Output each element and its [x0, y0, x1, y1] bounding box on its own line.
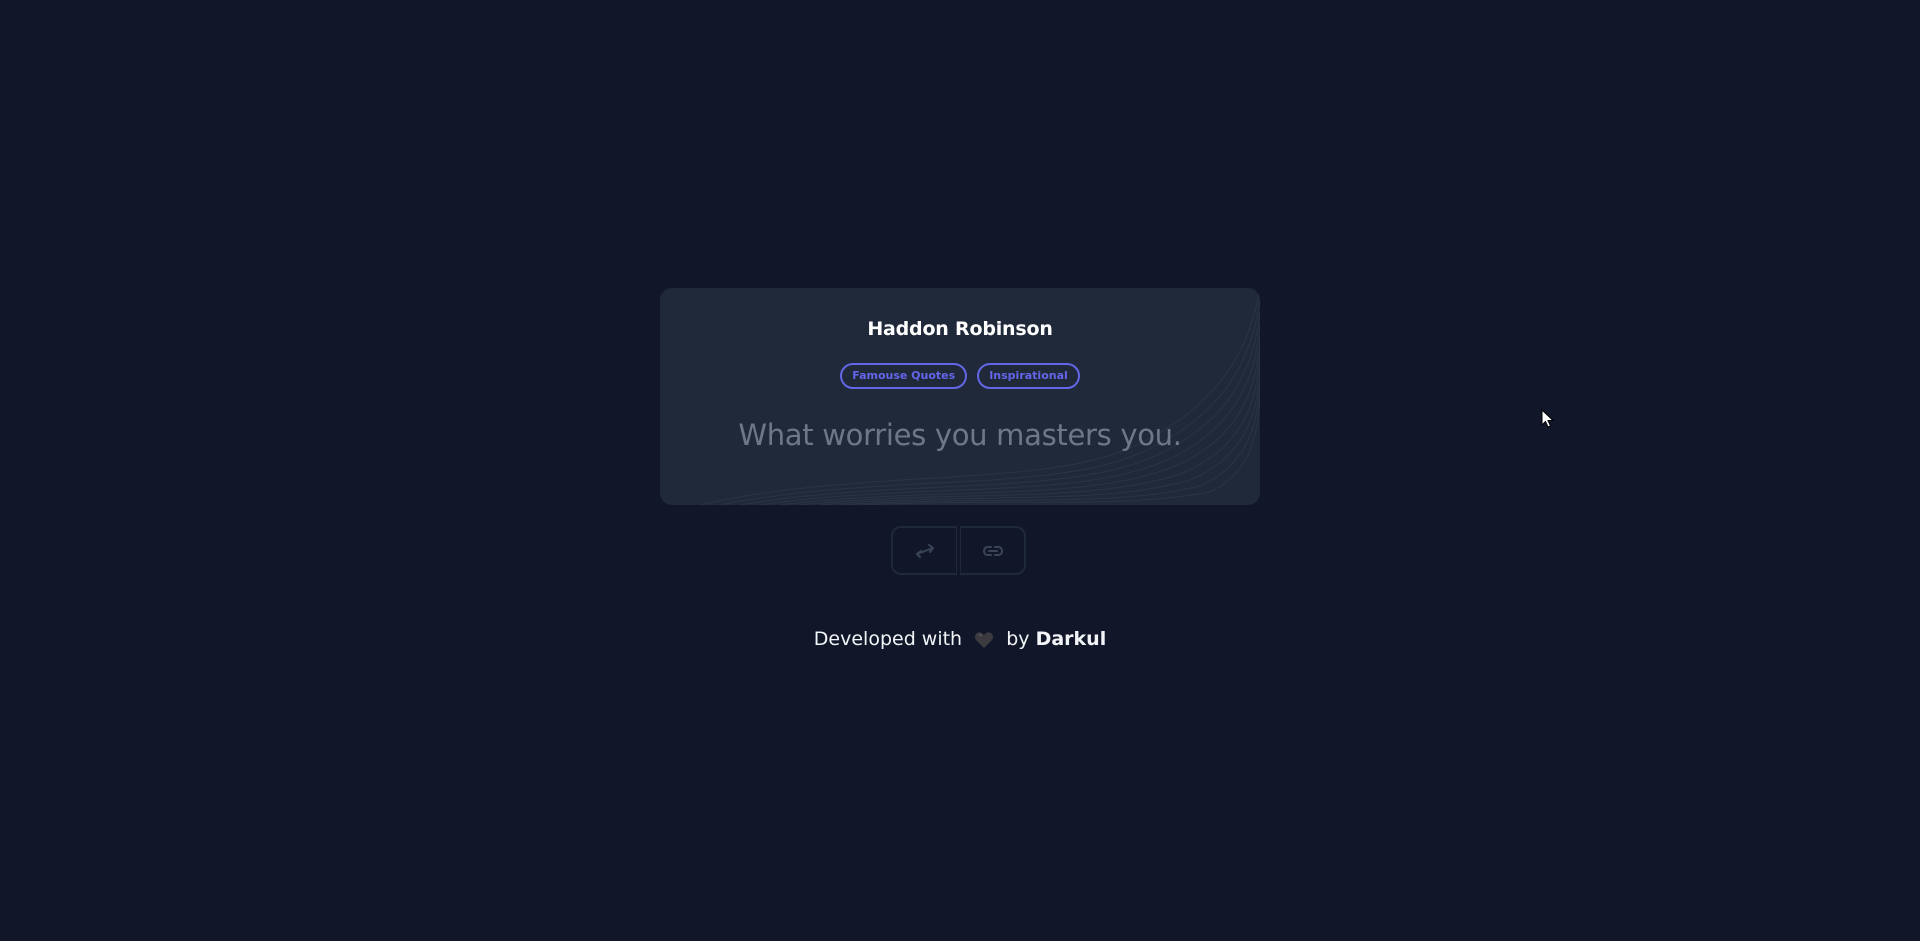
page: Haddon Robinson Famouse Quotes Inspirati…: [0, 0, 1920, 941]
footer-prefix: Developed with: [813, 628, 963, 650]
quote-card: Haddon Robinson Famouse Quotes Inspirati…: [660, 288, 1260, 505]
tag-list: Famouse Quotes Inspirational: [660, 363, 1260, 389]
random-quote-button[interactable]: [891, 526, 957, 575]
shuffle-arrows-icon: [915, 543, 934, 558]
copy-link-button[interactable]: [960, 526, 1026, 575]
link-icon: [982, 545, 1003, 556]
quote-author: Haddon Robinson: [867, 318, 1053, 340]
footer-credit: Developed with by Darkul: [0, 628, 1920, 650]
action-bar: [891, 526, 1026, 575]
tag-inspirational[interactable]: Inspirational: [977, 363, 1080, 389]
heart-icon: [975, 631, 994, 648]
footer-brand[interactable]: Darkul: [1036, 628, 1107, 650]
mouse-cursor-icon: [1541, 409, 1555, 428]
quote-text: What worries you masters you.: [738, 418, 1182, 452]
footer-by: by: [1006, 628, 1030, 650]
tag-famouse-quotes[interactable]: Famouse Quotes: [840, 363, 968, 389]
